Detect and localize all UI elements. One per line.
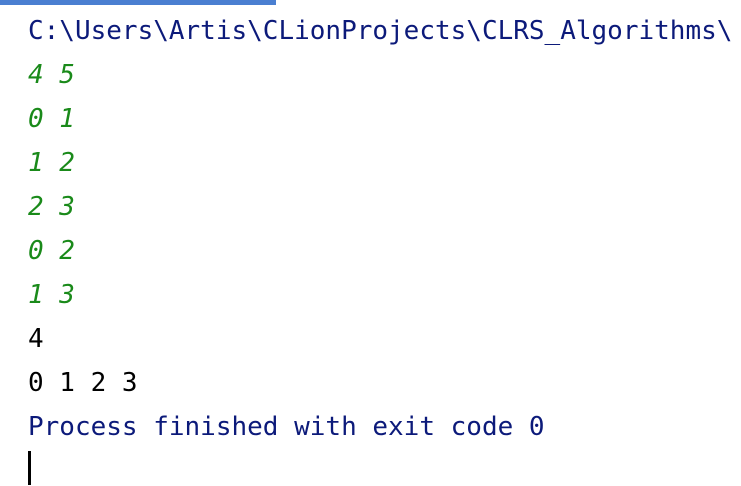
input-line-4: 2 3 bbox=[28, 192, 75, 222]
executable-path-line: C:\Users\Artis\CLionProjects\CLRS_Algori… bbox=[28, 16, 733, 46]
process-status-line: Process finished with exit code 0 bbox=[28, 412, 545, 442]
input-line-3: 1 2 bbox=[28, 148, 75, 178]
input-line-2: 0 1 bbox=[28, 104, 75, 134]
output-line-1: 4 bbox=[28, 324, 44, 354]
run-console[interactable]: C:\Users\Artis\CLionProjects\CLRS_Algori… bbox=[0, 0, 741, 486]
active-tab-indicator bbox=[0, 0, 276, 5]
input-line-1: 4 5 bbox=[28, 60, 75, 90]
input-line-5: 0 2 bbox=[28, 236, 75, 266]
output-line-2: 0 1 2 3 bbox=[28, 368, 138, 398]
text-caret[interactable] bbox=[28, 451, 31, 485]
input-line-6: 1 3 bbox=[28, 280, 75, 310]
